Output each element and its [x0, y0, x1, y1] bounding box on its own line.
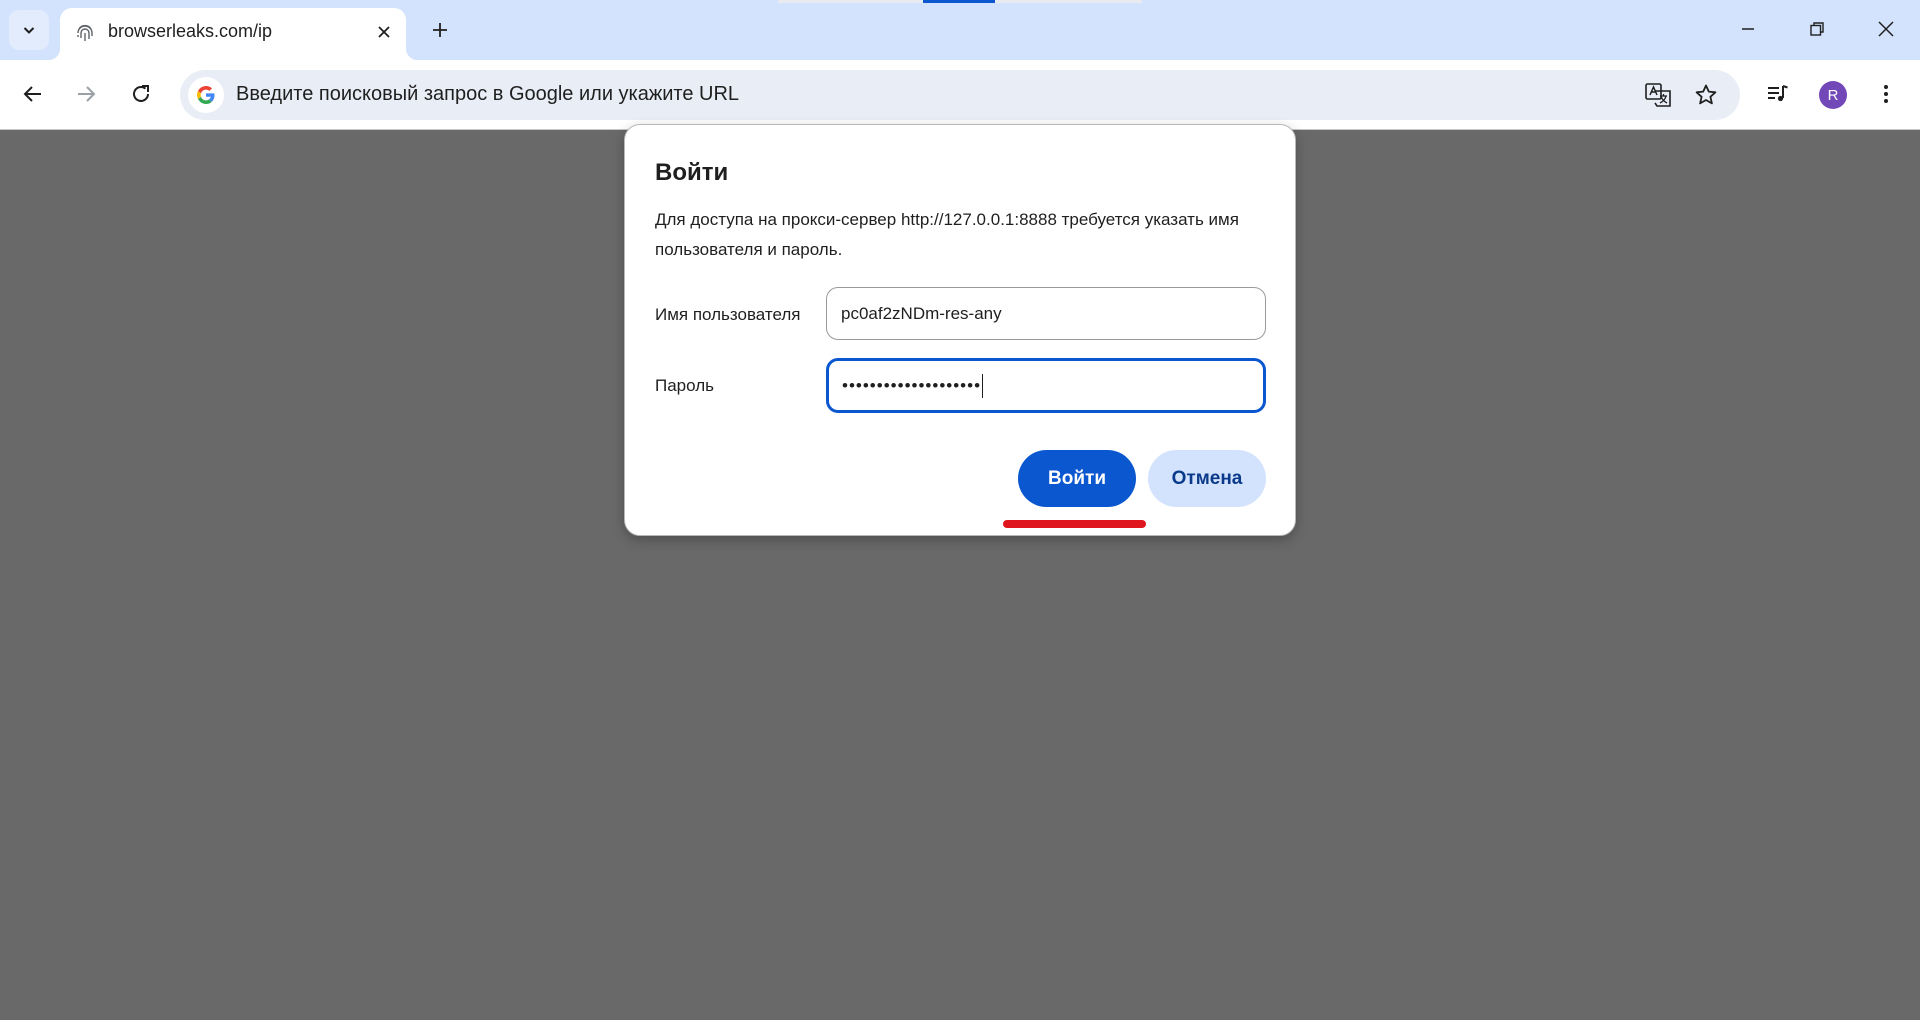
media-queue-icon	[1768, 85, 1788, 102]
close-icon	[378, 26, 390, 38]
password-field[interactable]: ••••••••••••••••••••	[826, 358, 1266, 413]
media-controls-button[interactable]	[1758, 74, 1798, 114]
reload-icon	[133, 85, 149, 102]
forward-button[interactable]	[66, 74, 106, 114]
username-field[interactable]	[826, 287, 1266, 340]
window-close-button[interactable]	[1851, 0, 1920, 58]
restore-icon	[1810, 22, 1824, 36]
kebab-menu-icon	[1884, 85, 1888, 103]
username-label: Имя пользователя	[655, 305, 801, 324]
browser-toolbar: Введите поисковый запрос в Google или ук…	[0, 60, 1920, 130]
cancel-button[interactable]: Отмена	[1148, 450, 1266, 507]
chevron-down-icon	[23, 27, 35, 34]
sign-in-button[interactable]: Войти	[1018, 450, 1136, 507]
text-cursor	[982, 373, 984, 398]
proxy-auth-dialog: Войти Для доступа на прокси-сервер http:…	[624, 124, 1296, 536]
fingerprint-icon	[77, 24, 93, 41]
arrow-left-icon	[23, 86, 41, 102]
password-masked-value: ••••••••••••••••••••	[842, 375, 982, 395]
translate-icon	[1645, 83, 1671, 107]
dialog-title: Войти	[655, 159, 729, 186]
tab-title: browserleaks.com/ip	[108, 21, 273, 41]
back-button[interactable]	[13, 74, 53, 114]
address-bar-placeholder: Введите поисковый запрос в Google или ук…	[236, 83, 740, 105]
bookmark-button[interactable]	[1689, 78, 1723, 112]
reload-button[interactable]	[121, 74, 161, 114]
dialog-message: Для доступа на прокси-сервер http://127.…	[655, 210, 1239, 259]
tab-search-button[interactable]	[9, 10, 49, 50]
profile-avatar[interactable]: R	[1819, 81, 1847, 109]
google-g-icon	[188, 77, 224, 113]
tab-group-indicator	[778, 0, 923, 3]
password-label: Пароль	[655, 376, 714, 395]
browser-menu-button[interactable]	[1866, 74, 1906, 114]
minimize-button[interactable]	[1713, 0, 1783, 58]
minimize-icon	[1742, 28, 1754, 30]
restore-button[interactable]	[1782, 0, 1852, 58]
tab-close-button[interactable]	[370, 18, 398, 46]
close-icon	[1878, 21, 1894, 37]
new-tab-button[interactable]	[422, 12, 458, 48]
active-tab[interactable]: browserleaks.com/ip	[48, 8, 418, 60]
tab-group-indicator-active	[923, 0, 995, 3]
tab-strip: browserleaks.com/ip	[0, 0, 1920, 60]
address-bar[interactable]: Введите поисковый запрос в Google или ук…	[180, 70, 1740, 120]
annotation-underline	[1003, 520, 1146, 528]
plus-icon	[433, 23, 447, 37]
star-icon	[1695, 84, 1717, 105]
translate-button[interactable]	[1641, 78, 1675, 112]
tab-group-indicator	[995, 0, 1142, 3]
arrow-right-icon	[78, 86, 96, 102]
